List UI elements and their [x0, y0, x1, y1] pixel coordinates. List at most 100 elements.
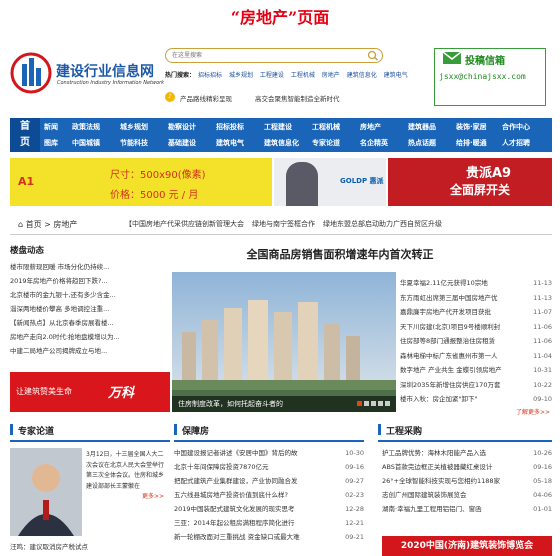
- list-row[interactable]: 嘉鼎廉宇房地产代开发项目获批 11-07: [400, 305, 554, 320]
- contribution-mailbox[interactable]: 投稿信箱 jsxx@chinajsxx.com: [434, 48, 546, 106]
- ad-switch[interactable]: 贵派A9 全面屏开关: [388, 158, 552, 206]
- nav-item[interactable]: 合作中心: [502, 122, 530, 132]
- announcement-icon: ♪: [165, 92, 175, 102]
- expert-photo[interactable]: [10, 448, 82, 536]
- nav-item[interactable]: 给排·暖通: [456, 138, 502, 148]
- site-title[interactable]: 建设行业信息网: [56, 61, 154, 81]
- expert-summary: 3月12日，十三届全国人大二次会议在北京人民大会堂举行第三次全体会议。住房和城乡…: [86, 451, 165, 500]
- hot-link[interactable]: 建筑信息化: [347, 72, 377, 79]
- nav-item[interactable]: 名企精英: [360, 138, 408, 148]
- list-row[interactable]: 志创广州国际建筑装饰展览会 04-06: [382, 488, 552, 502]
- nav-item[interactable]: 节能科技: [120, 138, 168, 148]
- list-row[interactable]: ABS首款完边框正关植被器藏红桌设计 09-16: [382, 460, 552, 474]
- nav-item[interactable]: 房地产: [360, 122, 408, 132]
- nav-item[interactable]: 专家论道: [312, 138, 360, 148]
- list-item[interactable]: 北京楼市的金九银十,还有多少含金...: [10, 288, 170, 302]
- nav-item[interactable]: 建筑信息化: [264, 138, 312, 148]
- main-nav: 首页 新闻 政策法规 城乡规划 勘察设计 招标投标 工程建设 工程机械 房地产 建筑器品 装饰·家…: [10, 118, 552, 152]
- hot-link[interactable]: 招标招标: [198, 72, 222, 79]
- ad-slot-label: A1: [18, 175, 35, 188]
- slider-dot[interactable]: [364, 401, 369, 406]
- slider-dot[interactable]: [371, 401, 376, 406]
- nav-item[interactable]: 招标投标: [216, 122, 264, 132]
- list-row[interactable]: 北京十年间保障房投资7870亿元 09-16: [174, 460, 364, 474]
- slider-dot[interactable]: [357, 401, 362, 406]
- ad-person-image: [286, 162, 318, 206]
- hot-link[interactable]: 建筑电气: [384, 72, 408, 79]
- ad-tagline: 全面屏开关: [450, 183, 511, 197]
- more-link[interactable]: 更多>>: [142, 493, 164, 500]
- list-row[interactable]: 把配式建筑产业集群建设，产业协同融合发 09-27: [174, 474, 364, 488]
- list-row[interactable]: 楼市入秋：房企加紧"卸下" 09-10: [400, 392, 554, 407]
- ad-size-text: 尺寸：500x90(像素): [110, 170, 206, 181]
- ticker-item[interactable]: 绿地与南宁签框合作: [252, 220, 315, 228]
- nav-item[interactable]: 新闻: [44, 122, 72, 132]
- list-item[interactable]: 中建二局地产公司揭牌成立与地...: [10, 344, 170, 358]
- list-row[interactable]: 五六线县城房地产投资价值到底什么样? 02-23: [174, 488, 364, 502]
- search-input[interactable]: [172, 50, 357, 61]
- ad-banner: A1 尺寸：500x90(像素) 价格：5000 元 / 月 GOLDP 惠派 …: [10, 158, 552, 206]
- list-row[interactable]: 湖南·幸福九里工程用铝铝门、窗函 01-01: [382, 502, 552, 516]
- nav-item[interactable]: 装饰·家居: [456, 122, 502, 132]
- nav-item[interactable]: 城乡规划: [120, 122, 168, 132]
- header-notice[interactable]: 高交会聚焦智能制造全新时代: [255, 93, 340, 103]
- ticker-item[interactable]: 【中国房地产代采供应链创新管理大会: [125, 220, 244, 228]
- list-item[interactable]: 【新闻热点】从北京春季房展看楼...: [10, 316, 170, 330]
- list-item[interactable]: 房地产走向2.0时代:抢地盘模增以为...: [10, 330, 170, 344]
- contribution-email[interactable]: jsxx@chinajsxx.com: [439, 72, 526, 81]
- list-row[interactable]: 26°+全球智能科技实现与您相约1188家 05-18: [382, 474, 552, 488]
- ad-headline: 贵派A9: [466, 166, 512, 181]
- ad-slot-a1[interactable]: A1 尺寸：500x90(像素) 价格：5000 元 / 月: [10, 158, 272, 206]
- list-row[interactable]: 中国建设报记者讲述《安居中国》背后的故 10-30: [174, 446, 364, 460]
- list-row[interactable]: 深圳2035年新增住房供应170万套 10-22: [400, 378, 554, 393]
- ad-vanke[interactable]: 让建筑赞美生命 万科: [10, 372, 170, 412]
- nav-item[interactable]: 工程建设: [264, 122, 312, 132]
- feature-photo[interactable]: 住房制度改革，如何托起奋斗者的: [172, 272, 396, 412]
- nav-item[interactable]: 勘察设计: [168, 122, 216, 132]
- nav-item[interactable]: 基础建设: [168, 138, 216, 148]
- procurement-list: 护工品牌优势：海林木阳能产品入选 10-26 ABS首款完边框正关植被器藏红桌设计…: [382, 446, 552, 516]
- list-row[interactable]: 2019中国装配式建筑文化发展的现实思考 12-28: [174, 502, 364, 516]
- nav-home[interactable]: 首页: [10, 118, 40, 152]
- site-logo-icon[interactable]: [10, 52, 52, 94]
- list-row[interactable]: 护工品牌优势：海林木阳能产品入选 10-26: [382, 446, 552, 460]
- list-row[interactable]: 数字地产 产业共生 金蝶引领房地产 10-31: [400, 363, 554, 378]
- expert-caption[interactable]: 汪鸣：建议取消房产税试点: [10, 541, 88, 551]
- ad-goldp[interactable]: GOLDP 惠派: [274, 158, 386, 206]
- expo-ad[interactable]: 2020中国(济南)建筑装饰博览会: [382, 536, 552, 556]
- site-subtitle: Construction Industry Information Networ…: [57, 80, 165, 86]
- hot-link[interactable]: 工程建设: [260, 72, 284, 79]
- list-row[interactable]: 森林电梯中标广东省惠州市第一人 11-04: [400, 349, 554, 364]
- slider-dot[interactable]: [385, 401, 390, 406]
- header-notice[interactable]: 产品路线精彩呈现: [180, 93, 232, 103]
- ticker-item[interactable]: 绿地东盟总部启动助力广西自贸区升级: [323, 220, 442, 228]
- nav-item[interactable]: 热点话题: [408, 138, 456, 148]
- list-row[interactable]: 东方雨虹出席第三届中国房地产优 11-13: [400, 291, 554, 306]
- feature-headline[interactable]: 全国商品房销售面积增速年内首次转正: [180, 246, 500, 262]
- nav-item[interactable]: 建筑器品: [408, 122, 456, 132]
- list-row[interactable]: 华夏幸福2.11亿元获得10宗地 11-13: [400, 276, 554, 291]
- breadcrumb[interactable]: ⌂ 首页 > 房地产: [18, 219, 77, 230]
- ad-price-text: 价格：5000 元 / 月: [110, 190, 199, 201]
- list-item[interactable]: 淄深两地楼价攀高 多地调控注重...: [10, 302, 170, 316]
- list-row[interactable]: 新一轮棚改面对三重挑战 资金缺口或最大难 09-21: [174, 530, 364, 544]
- list-row[interactable]: 三亚：2014年起公租房满租程序简化进行 12-21: [174, 516, 364, 530]
- list-row[interactable]: 住房部等8部门通报整治住房租赁 11-06: [400, 334, 554, 349]
- nav-item[interactable]: 中国城镇: [72, 138, 120, 148]
- search-icon[interactable]: [367, 50, 379, 61]
- slider-dot[interactable]: [378, 401, 383, 406]
- nav-item[interactable]: 政策法规: [72, 122, 120, 132]
- nav-item[interactable]: 工程机械: [312, 122, 360, 132]
- list-item[interactable]: 2019年房地产价格将趋回下跌?...: [10, 274, 170, 288]
- nav-item[interactable]: 图库: [44, 138, 72, 148]
- list-row[interactable]: 天下川房建(北京)项目9号楼顺利封 11-06: [400, 320, 554, 335]
- more-link[interactable]: 了解更多>>: [516, 409, 550, 416]
- nav-item[interactable]: 人才招聘: [502, 138, 530, 148]
- list-item[interactable]: 楼市限薪现回暖 市场分化仍持续...: [10, 260, 170, 274]
- hot-link[interactable]: 城乡规划: [229, 72, 253, 79]
- nav-item[interactable]: 建筑电气: [216, 138, 264, 148]
- page-heading: “房地产”页面: [230, 8, 330, 27]
- hot-link[interactable]: 房地产: [322, 72, 340, 79]
- hot-link[interactable]: 工程机械: [291, 72, 315, 79]
- ad-brand: GOLDP 惠派: [340, 177, 384, 185]
